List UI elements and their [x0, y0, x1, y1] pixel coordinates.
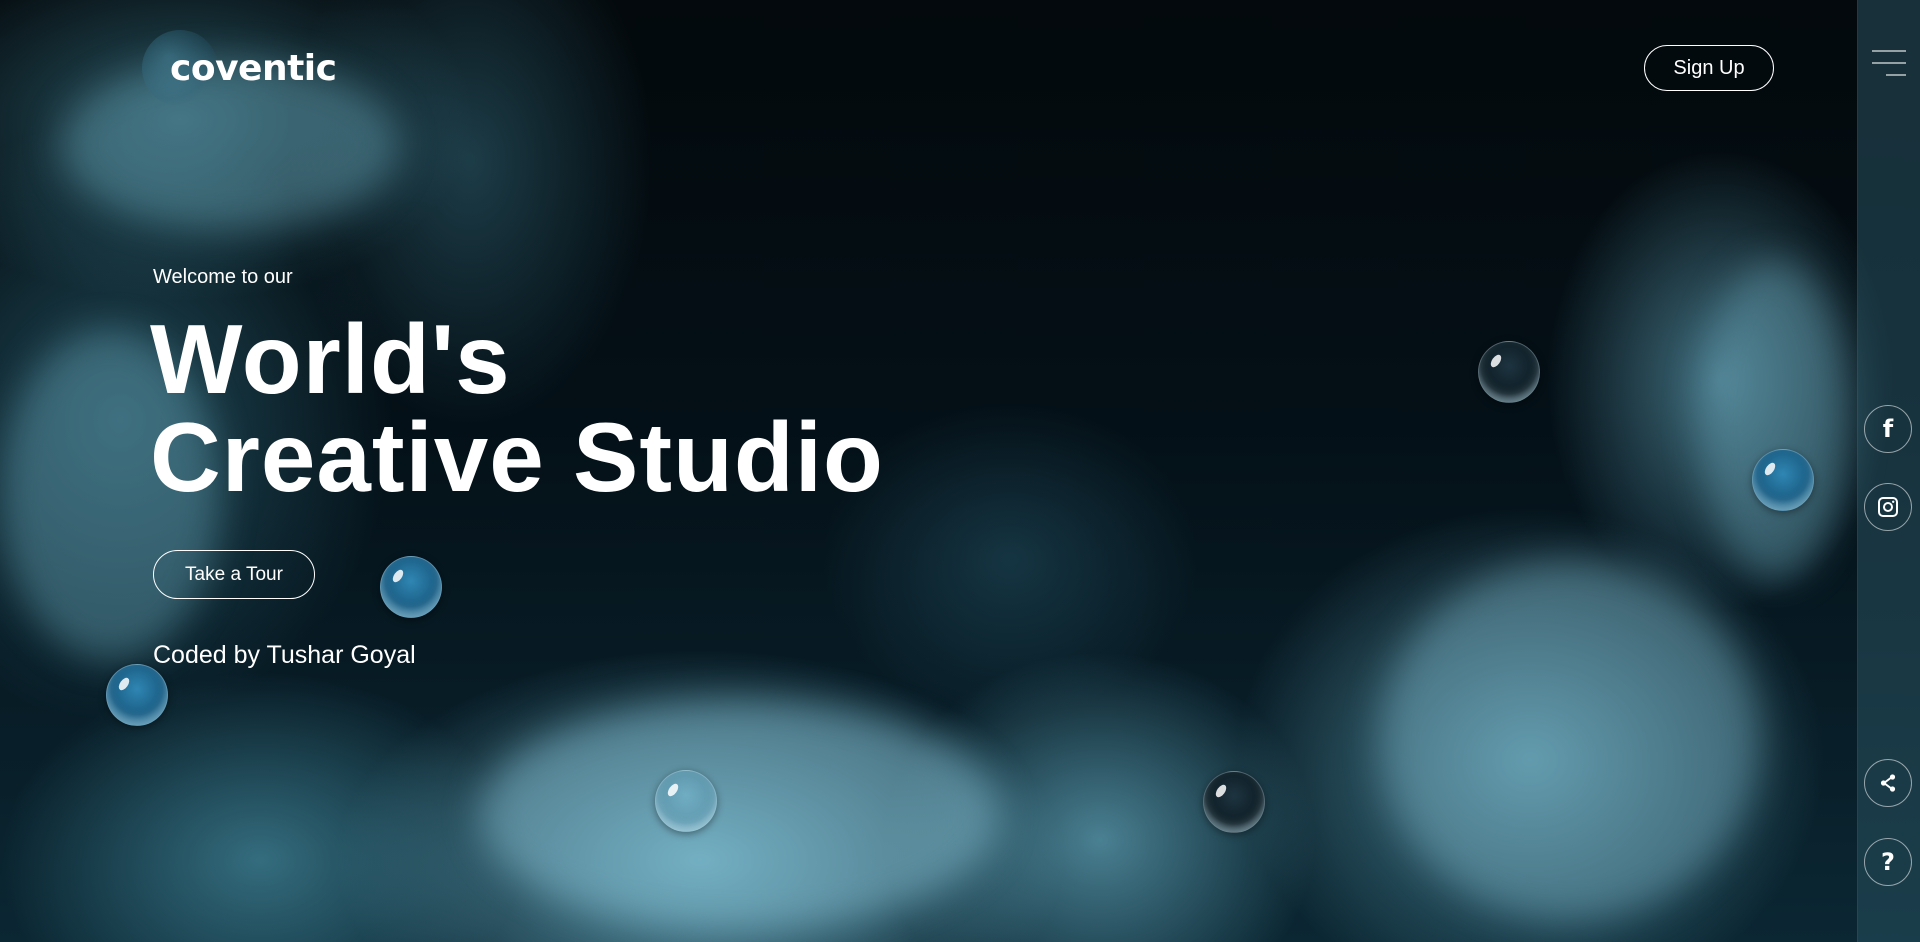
- bubble-icon: [380, 556, 442, 618]
- instagram-icon[interactable]: [1864, 483, 1912, 531]
- bubble-icon: [1203, 771, 1265, 833]
- bubble-icon: [1478, 341, 1540, 403]
- credit-text: Coded by Tushar Goyal: [153, 641, 416, 669]
- smoke-wisp: [480, 700, 1000, 930]
- hero-title-line-1: World's: [150, 304, 511, 414]
- brand-logo[interactable]: coventic: [142, 30, 337, 106]
- share-glyph: [1880, 774, 1896, 792]
- hero-title-line-2: Creative Studio: [150, 402, 884, 512]
- hamburger-menu-icon[interactable]: [1872, 48, 1906, 78]
- instagram-glyph: [1878, 497, 1898, 517]
- take-a-tour-button[interactable]: Take a Tour: [153, 550, 315, 599]
- bubble-icon: [1752, 449, 1814, 511]
- bubble-icon: [106, 664, 168, 726]
- hero-title: World's Creative Studio: [150, 310, 884, 506]
- facebook-icon[interactable]: f: [1864, 405, 1912, 453]
- share-icon[interactable]: [1864, 759, 1912, 807]
- bubble-icon: [655, 770, 717, 832]
- facebook-glyph: f: [1882, 415, 1894, 443]
- hero-background: coventic Sign Up Welcome to our World's …: [0, 0, 1920, 942]
- sign-up-button[interactable]: Sign Up: [1644, 45, 1774, 91]
- help-glyph: ?: [1881, 848, 1895, 876]
- smoke-wisp: [1700, 260, 1850, 580]
- hero-welcome-text: Welcome to our: [153, 266, 293, 288]
- logo-text: coventic: [170, 47, 337, 89]
- help-icon[interactable]: ?: [1864, 838, 1912, 886]
- smoke-wisp: [1380, 560, 1760, 920]
